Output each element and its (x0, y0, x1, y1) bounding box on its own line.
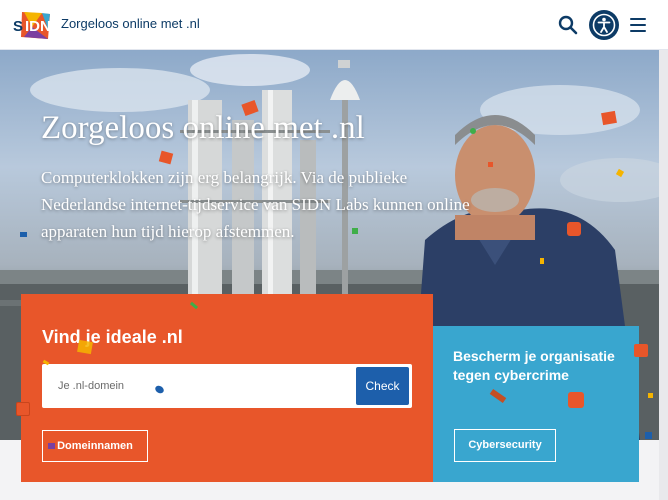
svg-text:S: S (13, 18, 23, 35)
hamburger-menu-icon[interactable] (628, 16, 648, 34)
svg-text:IDN: IDN (25, 18, 51, 35)
confetti-icon (634, 344, 648, 357)
confetti-icon (470, 128, 476, 134)
cybersecurity-title: Bescherm je organisatie tegen cybercrime (453, 348, 615, 383)
confetti-icon (645, 432, 652, 439)
check-button[interactable]: Check (356, 367, 409, 405)
confetti-icon (16, 402, 30, 416)
domeinnamen-button[interactable]: Domeinnamen (42, 430, 148, 462)
confetti-icon (352, 228, 358, 234)
domain-search-card: Vind je ideale .nl Check Domeinnamen (21, 294, 433, 482)
confetti-icon (20, 232, 27, 237)
confetti-icon (48, 443, 55, 449)
confetti-icon (540, 258, 544, 264)
page: S IDN Zorgeloos online met .nl Zorgeloos… (0, 0, 668, 500)
sidn-logo[interactable]: S IDN (12, 9, 56, 41)
confetti-icon (648, 393, 653, 398)
domain-search-form: Check (42, 364, 412, 408)
confetti-icon (568, 392, 584, 408)
domain-search-title: Vind je ideale .nl (42, 327, 183, 347)
domain-search-input[interactable] (42, 364, 352, 408)
accessibility-icon (592, 13, 616, 37)
hero-text: Computerklokken zijn erg belangrijk. Via… (41, 168, 470, 241)
confetti-icon (77, 339, 93, 355)
confetti-icon (488, 162, 493, 167)
hero-title: Zorgeloos online met .nl (41, 110, 365, 146)
site-header: S IDN Zorgeloos online met .nl (0, 0, 668, 50)
site-title[interactable]: Zorgeloos online met .nl (61, 16, 200, 31)
accessibility-button[interactable] (589, 10, 619, 40)
scrollbar[interactable] (659, 50, 668, 500)
confetti-icon (601, 110, 617, 126)
confetti-icon (567, 222, 581, 236)
search-icon[interactable] (556, 13, 580, 37)
cybersecurity-button[interactable]: Cybersecurity (454, 429, 556, 462)
cybersecurity-card: Bescherm je organisatie tegen cybercrime… (433, 326, 639, 482)
